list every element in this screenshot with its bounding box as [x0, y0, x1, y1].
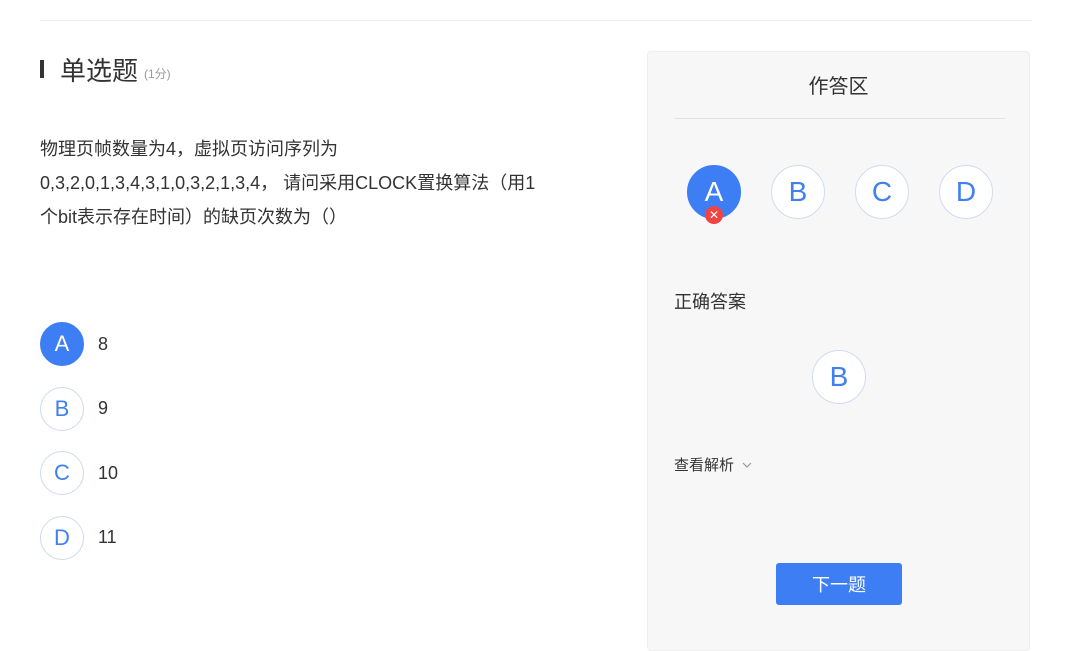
question-text: 物理页帧数量为4，虚拟页访问序列为 0,3,2,0,1,3,4,3,1,0,3,…: [40, 132, 610, 234]
option-text: 9: [98, 398, 109, 418]
question-header: 单选题 (1分): [40, 52, 171, 86]
correct-answer-label: 正确答案: [674, 292, 746, 312]
answer-choice-d[interactable]: D: [939, 165, 993, 219]
option-letter[interactable]: A: [40, 322, 84, 366]
option-letter[interactable]: D: [40, 515, 84, 560]
view-analysis-label: 查看解析: [674, 457, 735, 474]
option-a[interactable]: A 8: [40, 322, 118, 366]
top-divider: [40, 20, 1032, 21]
panel-divider: [674, 118, 1005, 119]
answer-choice-letter: C: [871, 176, 893, 207]
option-b[interactable]: B 9: [40, 386, 118, 431]
question-text-line: 物理页帧数量为4，虚拟页访问序列为: [40, 139, 339, 159]
correct-answer-badge: B: [812, 350, 866, 404]
option-letter[interactable]: C: [40, 451, 84, 495]
answer-choice-a[interactable]: A ✕: [687, 165, 741, 224]
answer-choices: A ✕ B C D: [687, 165, 1023, 224]
next-question-button[interactable]: 下一题: [776, 563, 902, 605]
question-text-line: 0,3,2,0,1,3,4,3,1,0,3,2,1,3,4， 请问采用CLOCK…: [40, 173, 536, 193]
answer-panel-title: 作答区: [808, 76, 869, 98]
option-c[interactable]: C 10: [40, 451, 118, 495]
option-d[interactable]: D 11: [40, 515, 118, 560]
wrong-icon: ✕: [705, 206, 723, 224]
answer-panel: 作答区 A ✕ B C D 正确答案 B 查看解析 下一题: [647, 51, 1030, 651]
answer-choice-c[interactable]: C: [855, 165, 909, 219]
option-text: 11: [98, 527, 117, 547]
title-marker: [40, 60, 44, 78]
option-text: 8: [98, 333, 109, 354]
option-letter[interactable]: B: [40, 386, 84, 431]
answer-choice-letter: D: [955, 176, 977, 207]
option-text: 10: [98, 462, 119, 483]
answer-choice-letter: B: [788, 176, 808, 207]
option-list: A 8 B 9 C 10 D 11: [40, 322, 118, 580]
question-score: (1分): [144, 66, 171, 81]
question-type: 单选题: [60, 55, 139, 86]
chevron-down-icon: [742, 460, 752, 472]
answer-choice-b[interactable]: B: [771, 165, 825, 219]
answer-choice-letter: A: [704, 176, 724, 207]
question-text-line: 个bit表示存在时间）的缺页次数为（）: [40, 207, 348, 227]
view-analysis-toggle[interactable]: 查看解析: [674, 454, 752, 475]
